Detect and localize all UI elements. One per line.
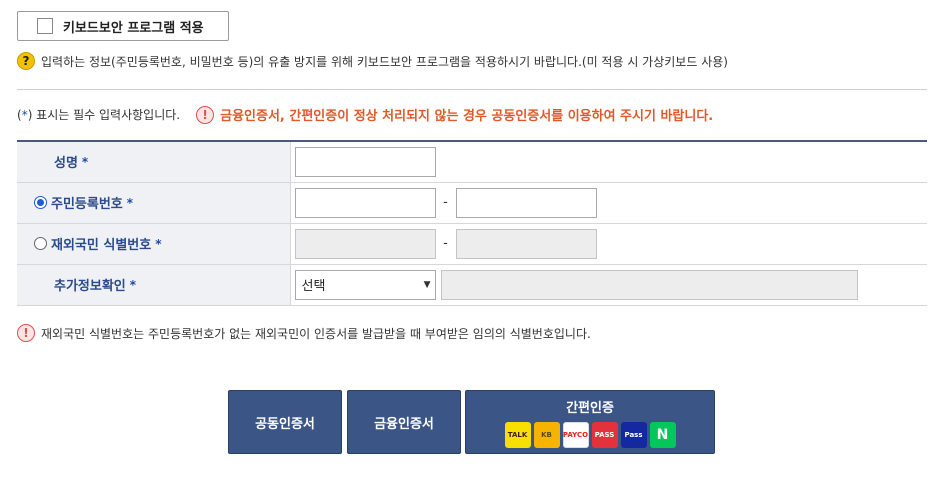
joint-cert-button[interactable]: 공동인증서 [228,390,342,454]
keyboard-security-checkbox[interactable]: 키보드보안 프로그램 적용 [17,11,229,41]
form-row-overseas-id: 재외국민 식별번호 * - [17,223,927,265]
select-value: 선택 [301,279,326,294]
resident-number-front-input[interactable] [294,187,436,218]
required-note-line: (*) 표시는 필수 입력사항입니다. ! 금융인증서, 간편인증이 정상 처리… [17,105,713,124]
additional-info-select[interactable]: 선택 ▼ [294,269,436,300]
required-star: * [129,277,137,292]
samsung-pass-logo: Pass [620,421,647,448]
kakao-talk-logo: TALK [504,421,531,448]
financial-cert-button[interactable]: 금융인증서 [347,390,461,454]
name-input[interactable] [294,146,436,177]
additional-info-label: 추가정보확인 [54,279,126,294]
checkbox-box[interactable] [37,18,53,34]
kb-logo: KB [533,421,560,448]
exclamation-icon: ! [196,105,215,124]
keyboard-notice-text: 입력하는 정보(주민등록번호, 비밀번호 등)의 유출 방지를 위해 키보드보안… [41,54,728,69]
chevron-down-icon: ▼ [423,279,431,290]
simple-auth-label: 간편인증 [566,400,614,416]
naver-logo: N [649,421,676,448]
keyboard-security-label: 키보드보안 프로그램 적용 [63,20,204,36]
exclamation-icon: ! [17,324,35,342]
identity-form: 성명 * 주민등록번호 * - 재외국민 식별번호 * - 추가정보확인 * 선택 ▼ [17,140,927,306]
resident-number-radio[interactable] [34,196,47,209]
required-star: * [81,154,89,169]
payco-logo: PAYCO [562,421,589,448]
simple-auth-button[interactable]: 간편인증 TALK KB PAYCO PASS Pass N [465,390,715,454]
overseas-id-front-input [294,228,436,259]
divider [17,89,927,90]
resident-number-label: 주민등록번호 [51,197,123,212]
question-icon: ? [17,52,35,70]
form-row-additional-info: 추가정보확인 * 선택 ▼ [17,264,927,306]
name-label: 성명 [54,156,78,172]
overseas-id-notice: ! 재외국민 식별번호는 주민등록번호가 없는 재외국민이 인증서를 발급받을 … [17,324,591,342]
dash: - [443,236,448,251]
form-row-resident-number: 주민등록번호 * - [17,182,927,224]
form-row-name: 성명 * [17,141,927,183]
overseas-id-radio[interactable] [34,237,47,250]
overseas-id-notice-text: 재외국민 식별번호는 주민등록번호가 없는 재외국민이 인증서를 발급받을 때 … [41,326,591,341]
required-star: * [126,195,134,210]
keyboard-notice: ? 입력하는 정보(주민등록번호, 비밀번호 등)의 유출 방지를 위해 키보드… [17,52,728,70]
cert-warning-text: 금융인증서, 간편인증이 정상 처리되지 않는 경우 공동인증서를 이용하여 주… [220,109,714,124]
resident-number-back-input[interactable] [455,187,597,218]
dash: - [443,195,448,210]
overseas-id-back-input [455,228,597,259]
additional-info-input [440,269,858,300]
pass-logo: PASS [591,421,618,448]
required-star: * [155,236,162,251]
required-note-text: ) 표시는 필수 입력사항입니다. [27,108,181,122]
simple-auth-logos: TALK KB PAYCO PASS Pass N [504,421,676,448]
overseas-id-label: 재외국민 식별번호 [51,238,152,253]
